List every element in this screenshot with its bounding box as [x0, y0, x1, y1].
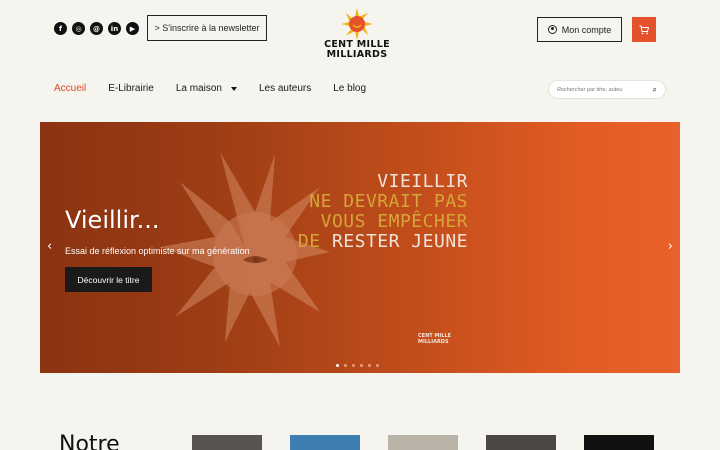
nav-item-les-auteurs[interactable]: Les auteurs	[259, 83, 311, 94]
cover-line: VIEILLIR	[377, 171, 468, 192]
nav-item-le-blog[interactable]: Le blog	[333, 83, 366, 94]
chevron-left-icon[interactable]: ‹	[47, 239, 52, 254]
account-button[interactable]: Mon compte	[537, 17, 622, 42]
search-icon[interactable]: ⌕	[653, 85, 657, 95]
book-cover[interactable]	[584, 435, 654, 450]
social-links: f ◎ @ in ▶	[54, 22, 139, 35]
book-cover[interactable]	[388, 435, 458, 450]
search-input[interactable]: Rechercher par titre, auteu ⌕	[549, 81, 665, 98]
hero-title: Vieillir...	[65, 206, 160, 234]
slider-dot[interactable]	[376, 364, 379, 367]
threads-icon[interactable]: @	[90, 22, 103, 35]
slider-dots	[336, 364, 379, 367]
book-cover[interactable]	[192, 435, 262, 450]
nav-label: La maison	[175, 83, 222, 94]
youtube-icon[interactable]: ▶	[126, 22, 139, 35]
slider-dot[interactable]	[368, 364, 371, 367]
discover-title-button[interactable]: Découvrir le titre	[65, 267, 152, 292]
instagram-icon[interactable]: ◎	[72, 22, 85, 35]
slider-dot[interactable]	[352, 364, 355, 367]
cart-button[interactable]	[632, 17, 656, 42]
newsletter-button[interactable]: > S'inscrire à la newsletter	[147, 15, 267, 41]
cover-line: VOUS EMPÊCHER	[320, 211, 468, 232]
slider-dot[interactable]	[360, 364, 363, 367]
section-title: Notre	[59, 432, 120, 450]
nav-label: E-Librairie	[108, 83, 154, 94]
sun-logo-icon	[341, 8, 373, 40]
linkedin-icon[interactable]: in	[108, 22, 121, 35]
cover-headline: VIEILLIR NE DEVRAIT PAS VOUS EMPÊCHER DE…	[298, 172, 468, 252]
nav-label: Les auteurs	[258, 83, 312, 94]
nav-label: Accueil	[54, 83, 87, 94]
search-placeholder: Rechercher par titre, auteu	[557, 86, 623, 93]
nav-item-e-librairie[interactable]: E-Librairie	[108, 83, 154, 94]
caret-down-icon	[230, 86, 237, 91]
facebook-icon[interactable]: f	[54, 22, 67, 35]
cover-publisher-mark: CENT MILLE MILLIARDS	[418, 333, 452, 345]
logo[interactable]: CENT MILLE MILLIARDS	[322, 8, 392, 66]
nav-label: Le blog	[333, 83, 367, 94]
main-nav: Accueil E-Librairie La maison Les auteur…	[54, 83, 388, 94]
nav-item-la-maison[interactable]: La maison	[176, 83, 237, 94]
chevron-right-icon[interactable]: ›	[668, 239, 673, 254]
slider-dot[interactable]	[344, 364, 347, 367]
logo-text-line2: MILLIARDS	[326, 49, 388, 60]
cover-line: DE RESTER JEUNE	[297, 231, 468, 252]
hero-subtitle: Essai de réflexion optimiste sur ma géné…	[65, 246, 250, 256]
book-cover[interactable]	[290, 435, 360, 450]
cart-icon	[639, 25, 649, 34]
user-icon	[547, 25, 557, 34]
hero-slider: VIEILLIR NE DEVRAIT PAS VOUS EMPÊCHER DE…	[40, 122, 680, 373]
slider-dot[interactable]	[336, 364, 339, 367]
nav-item-accueil[interactable]: Accueil	[54, 83, 86, 94]
book-cover[interactable]	[486, 435, 556, 450]
account-label: Mon compte	[561, 24, 612, 35]
cover-line: NE DEVRAIT PAS	[309, 191, 468, 212]
